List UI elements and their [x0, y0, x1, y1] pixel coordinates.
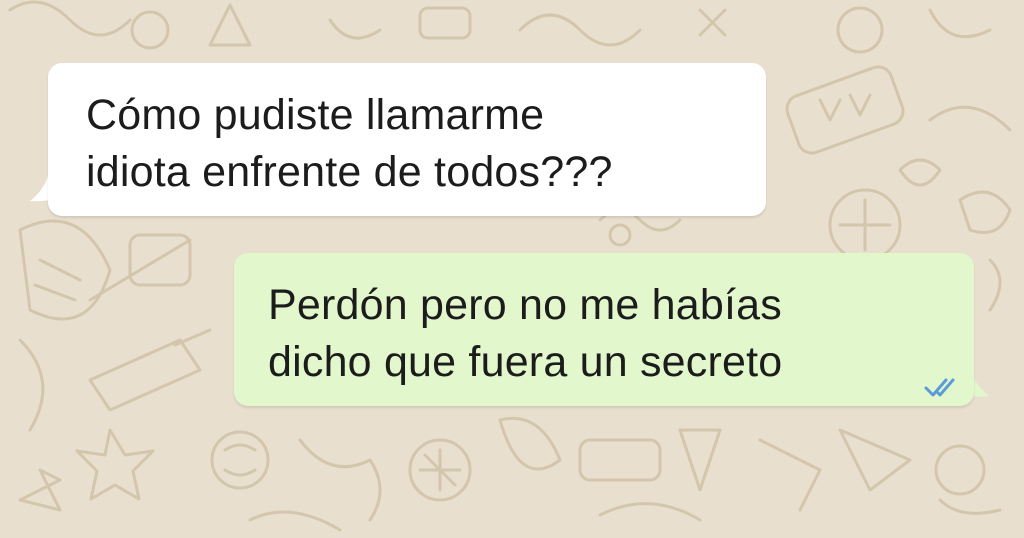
double-check-read-icon	[924, 378, 955, 397]
incoming-message-bubble[interactable]: Cómo pudiste llamarme idiota enfrente de…	[48, 63, 766, 216]
message-text-line: Cómo pudiste llamarme	[86, 91, 545, 139]
message-text-line: dicho que fuera un secreto	[268, 338, 783, 386]
message-text-line: idiota enfrente de todos???	[86, 148, 613, 196]
outgoing-message-bubble[interactable]: Perdón pero no me habías dicho que fuera…	[234, 253, 974, 406]
message-text-line: Perdón pero no me habías	[268, 281, 782, 329]
